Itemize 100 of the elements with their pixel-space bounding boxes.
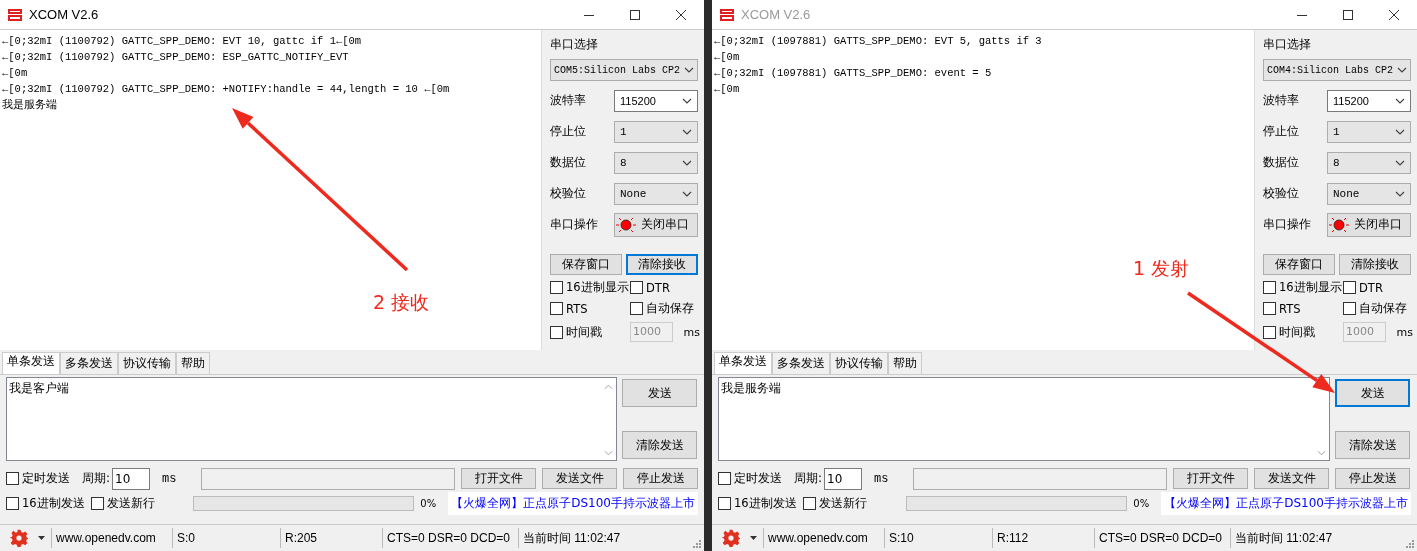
checkbox-label: 自动保存 xyxy=(1359,301,1407,316)
resize-grip-icon xyxy=(1406,540,1414,548)
unit-label: ms xyxy=(874,471,889,486)
button[interactable]: 停止发送 xyxy=(623,468,698,489)
checkbox[interactable] xyxy=(630,302,643,315)
progress-reading: 0% xyxy=(420,498,437,509)
checkbox-label: 时间戳 xyxy=(566,324,602,340)
unit-label: ms xyxy=(162,471,177,486)
chevron-icon xyxy=(682,128,692,135)
dropdown[interactable]: 1 xyxy=(614,120,698,143)
tab[interactable]: 帮助 xyxy=(176,352,210,374)
checkbox[interactable] xyxy=(550,302,563,315)
checkbox-label: 时间戳 xyxy=(1279,324,1315,340)
chevron-icon xyxy=(1395,190,1405,197)
checkbox[interactable] xyxy=(550,281,563,294)
checkbox-label: 自动保存 xyxy=(646,301,694,316)
checkbox-label: 16进制发送 xyxy=(22,496,85,511)
caret-icon xyxy=(38,536,45,540)
window-title: XCOM V2.6 xyxy=(741,7,812,22)
checkbox-label: RTS xyxy=(1279,301,1301,316)
current-time: 当前时间 11:02:47 xyxy=(1230,528,1390,548)
button[interactable]: 清除发送 xyxy=(622,431,697,459)
combo-box[interactable]: 115200 xyxy=(614,89,698,112)
maximize-icon xyxy=(630,9,640,20)
receive-line: ←[0;32mI (1097881) GATTS_SPP_DEMO: event = 5 xyxy=(714,66,993,81)
progress-reading: 0% xyxy=(1133,498,1150,509)
checkbox-label: 发送新行 xyxy=(818,496,867,511)
checkbox[interactable] xyxy=(630,281,643,294)
received-count: R:112 xyxy=(992,528,1094,548)
dropdown[interactable]: 8 xyxy=(614,151,698,174)
website-link[interactable]: www.openedv.com xyxy=(51,528,172,548)
unit-label: ms xyxy=(683,325,700,339)
chevron-icon xyxy=(684,67,694,73)
tab[interactable]: 单条发送 xyxy=(2,352,60,374)
gear-icon xyxy=(722,529,740,547)
app-logo-icon xyxy=(7,6,23,23)
field-label: 数据位 xyxy=(550,154,587,171)
maximize-icon xyxy=(1343,9,1353,20)
checkbox-label: RTS xyxy=(566,301,588,316)
checkbox-label: 16进制显示 xyxy=(1279,280,1342,295)
ad-link[interactable]: 【火爆全网】正点原子DS100手持示波器上市 xyxy=(448,492,698,515)
receive-line: ←[0m xyxy=(714,50,741,65)
tab[interactable]: 多条发送 xyxy=(60,352,118,374)
send-text-area[interactable]: 我是客户端 xyxy=(6,377,617,461)
annotation-label: 2 接收 xyxy=(373,290,430,315)
checkbox-label: 定时发送 xyxy=(734,471,782,486)
button[interactable]: 发送文件 xyxy=(542,468,617,489)
receive-line: ←[0;32mI (1097881) GATTS_SPP_DEMO: EVT 5, gatts if 3 xyxy=(714,34,1043,49)
receive-line: ←[0;32mI (1100792) GATTC_SPP_DEMO: +NOTIFY:handle = 44,length = 10 ←[0m xyxy=(2,82,451,97)
close-port-button[interactable]: 关闭串口 xyxy=(614,212,698,237)
field-label: 周期: xyxy=(794,470,823,487)
received-count: R:205 xyxy=(280,528,382,548)
field-label: 波特率 xyxy=(1263,92,1300,109)
file-path-field[interactable] xyxy=(201,467,455,490)
port-dropdown[interactable]: COM5:Silicon Labs CP2 xyxy=(550,59,698,81)
gear-icon xyxy=(10,529,28,547)
dropdown[interactable]: None xyxy=(614,182,698,205)
app-logo-icon xyxy=(719,6,735,23)
receive-line: ←[0;32mI (1100792) GATTC_SPP_DEMO: EVT 10, gattc if 1←[0m xyxy=(2,34,363,49)
chevron-icon xyxy=(682,159,692,166)
checkbox-label: DTR xyxy=(1359,280,1383,295)
lamp-icon xyxy=(615,215,637,234)
button[interactable]: 发送 xyxy=(622,379,697,407)
receive-line: ←[0m xyxy=(714,82,741,97)
line-status: CTS=0 DSR=0 DCD=0 xyxy=(382,528,518,548)
receive-line: ←[0;32mI (1100792) GATTC_SPP_DEMO: ESP_GATTC_NOTIFY_EVT xyxy=(2,50,350,65)
chevron-icon xyxy=(682,97,692,104)
unit-label: ms xyxy=(1396,325,1413,339)
chevron-icon xyxy=(1395,128,1405,135)
receive-line: ←[0m xyxy=(2,66,29,81)
close-icon xyxy=(1389,9,1399,20)
line-status: CTS=0 DSR=0 DCD=0 xyxy=(1094,528,1230,548)
field-label: 串口操作 xyxy=(1263,216,1312,233)
current-time: 当前时间 11:02:47 xyxy=(518,528,678,548)
checkbox-label: 定时发送 xyxy=(22,471,70,486)
chevron-icon xyxy=(1395,159,1405,166)
field-label: 波特率 xyxy=(550,92,587,109)
sent-count: S:10 xyxy=(884,528,992,548)
button[interactable]: 打开文件 xyxy=(461,468,536,489)
tab[interactable]: 协议传输 xyxy=(118,352,176,374)
field-label: 停止位 xyxy=(1263,123,1300,140)
receive-line: 我是服务端 xyxy=(2,98,58,113)
checkbox[interactable] xyxy=(6,497,19,510)
button[interactable]: 保存窗口 xyxy=(550,254,622,275)
field-label: 周期: xyxy=(82,470,111,487)
field-label: 停止位 xyxy=(550,123,587,140)
checkbox-label: 发送新行 xyxy=(106,496,155,511)
field-label: 校验位 xyxy=(1263,185,1300,202)
field-label: 串口操作 xyxy=(550,216,599,233)
checkbox-label: DTR xyxy=(646,280,670,295)
checkbox[interactable] xyxy=(90,497,104,510)
checkbox[interactable] xyxy=(550,325,563,339)
chevron-icon xyxy=(682,190,692,197)
period-field[interactable]: 10 xyxy=(112,467,151,490)
resize-grip-icon xyxy=(693,540,701,548)
checkbox-label: 16进制显示 xyxy=(566,280,629,295)
button[interactable]: 清除接收 xyxy=(625,254,698,275)
annotation-label: 1 发射 xyxy=(1133,256,1190,281)
field-label: 校验位 xyxy=(550,185,587,202)
checkbox[interactable] xyxy=(6,472,19,485)
